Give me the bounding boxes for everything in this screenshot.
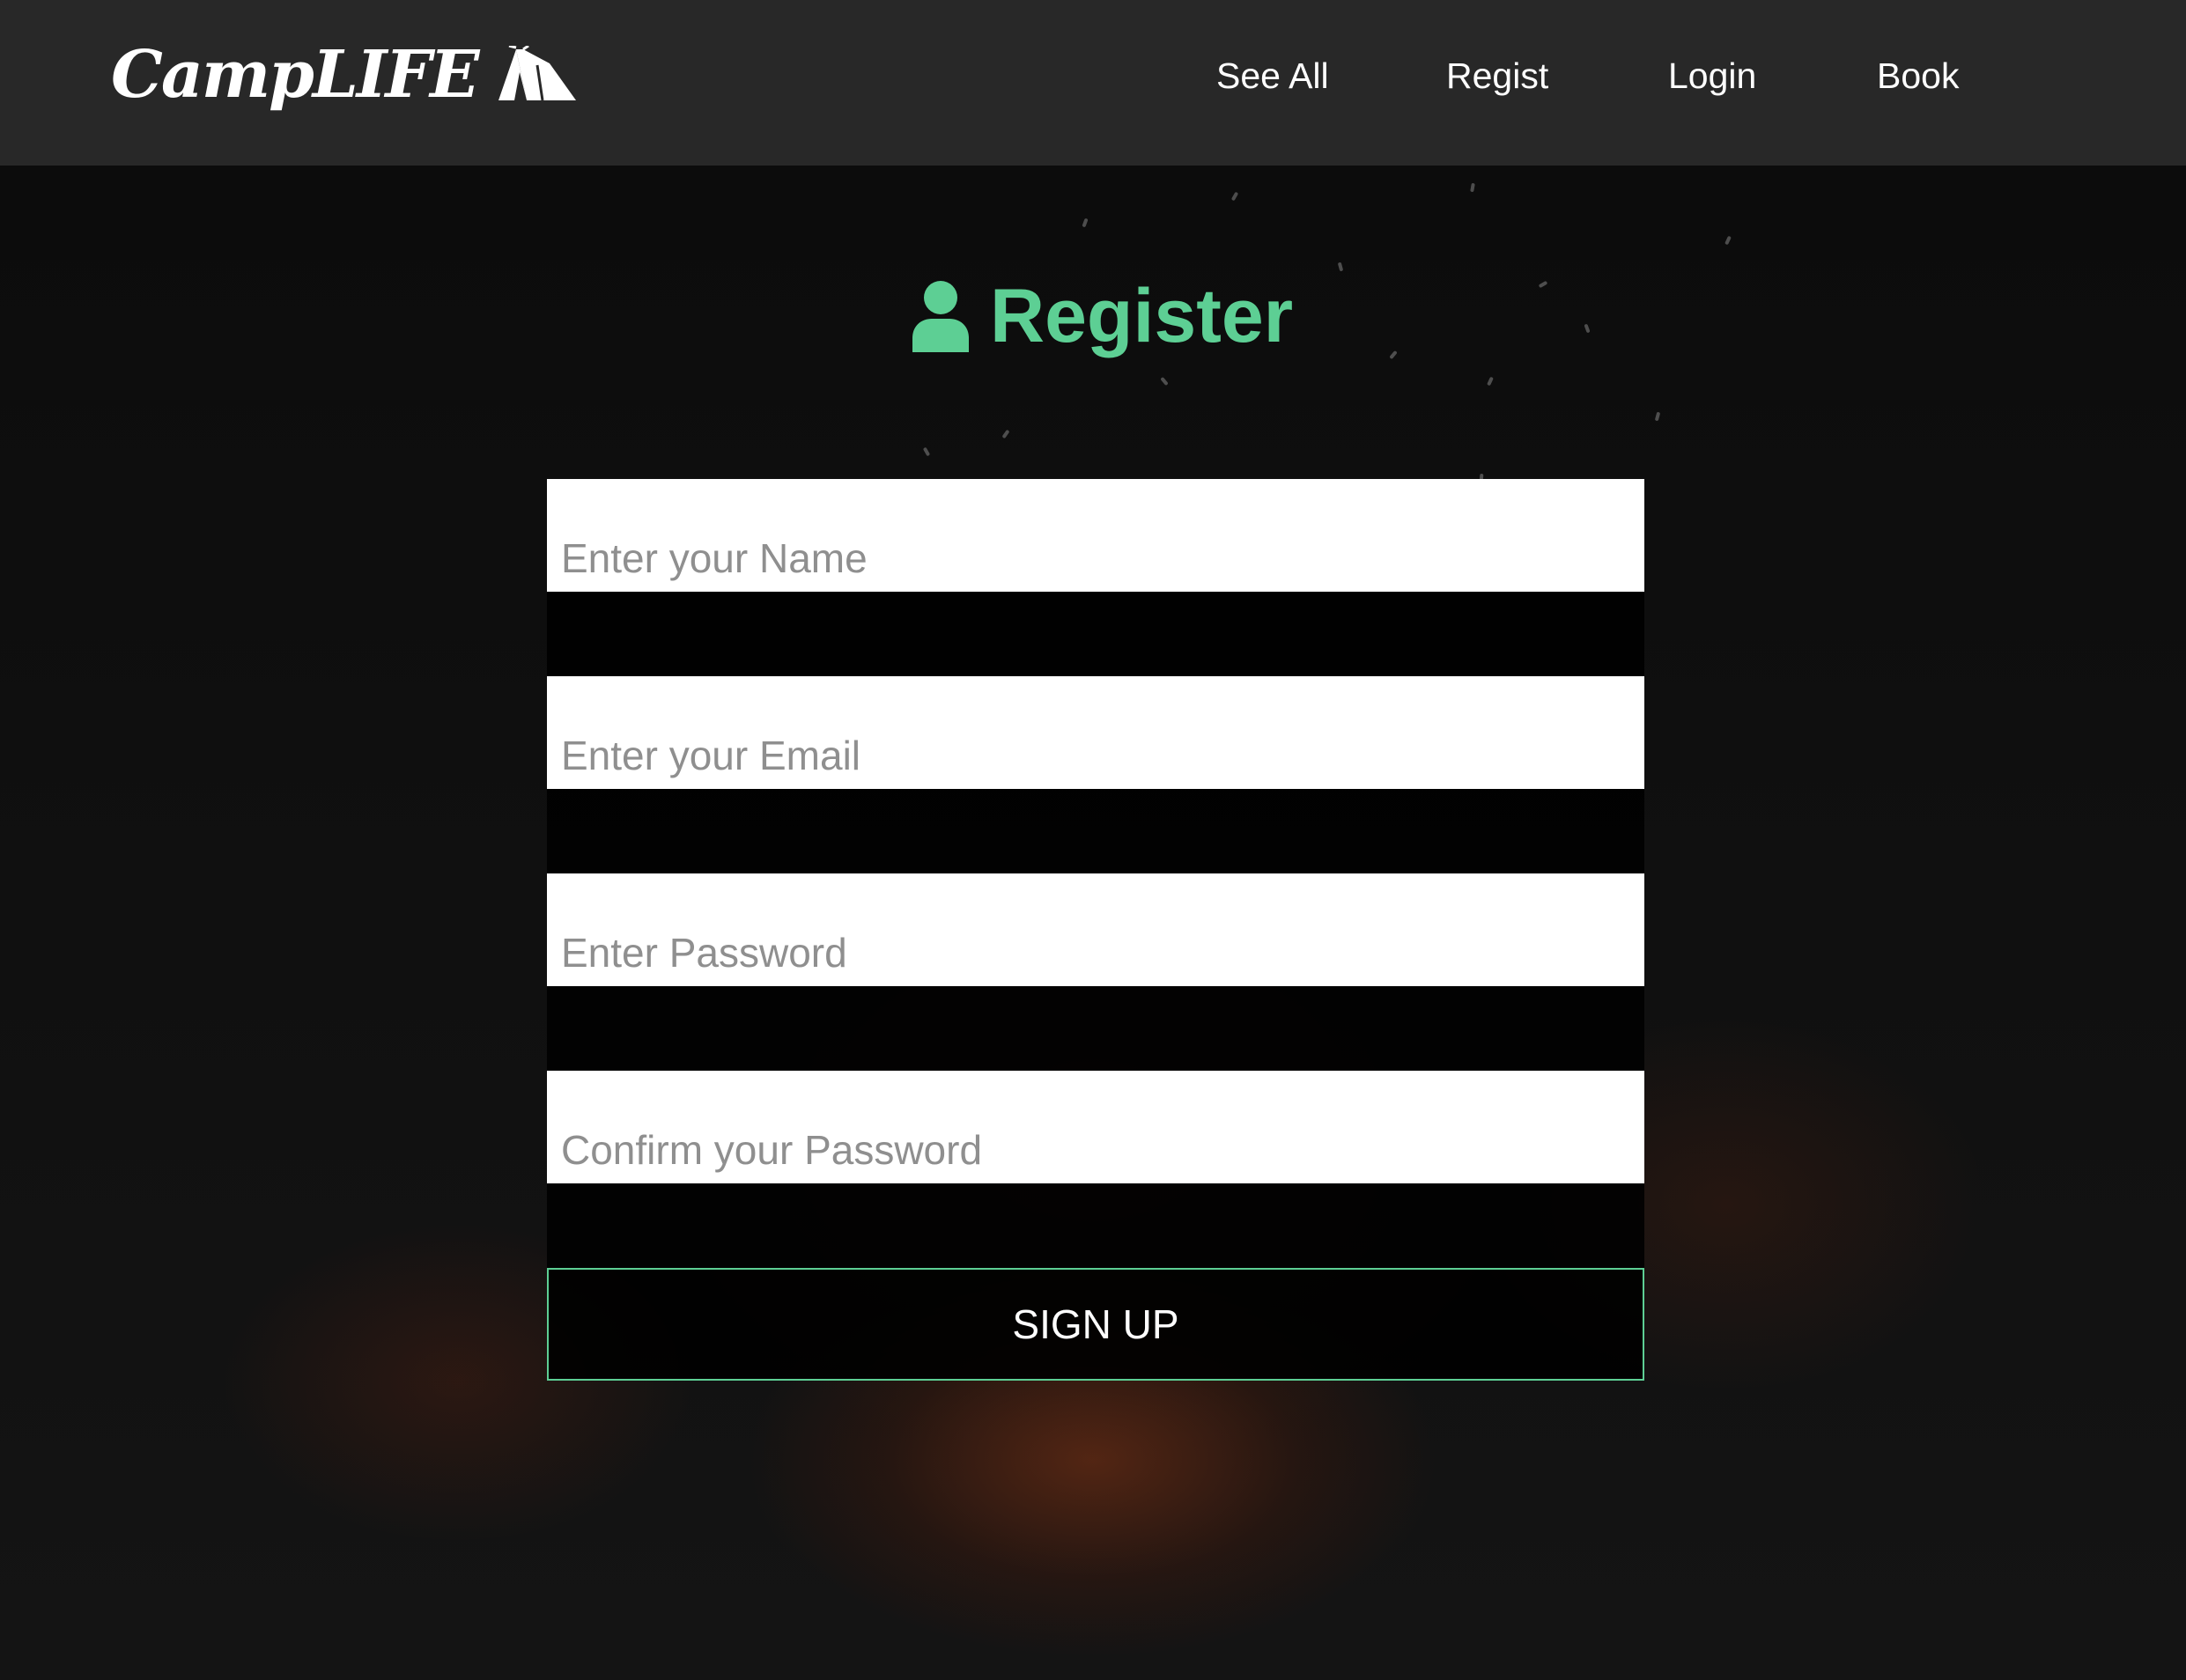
spark [1584, 323, 1591, 334]
spark [1724, 235, 1732, 246]
spark [1082, 217, 1089, 228]
brand-logo[interactable]: CampLIFE [111, 42, 578, 107]
spark [1389, 350, 1398, 360]
spark [1001, 429, 1010, 439]
spark [922, 446, 931, 457]
spark [1337, 262, 1344, 272]
name-input[interactable] [547, 479, 1644, 592]
sign-up-button[interactable]: SIGN UP [547, 1268, 1644, 1381]
user-icon [912, 281, 969, 352]
register-title: Register [990, 274, 1294, 358]
nav-book[interactable]: Book [1877, 58, 1959, 94]
nav-regist[interactable]: Regist [1446, 58, 1548, 94]
spark [1230, 191, 1239, 202]
top-navbar: CampLIFE See All Regist Login Book [0, 0, 2186, 166]
spark [1160, 376, 1169, 387]
form-spacer [547, 986, 1644, 1071]
email-input[interactable] [547, 676, 1644, 789]
form-spacer [547, 1183, 1644, 1268]
spark [1470, 182, 1475, 193]
register-heading: Register [909, 278, 1293, 354]
confirm-password-input[interactable] [547, 1071, 1644, 1183]
spark [1654, 411, 1661, 422]
brand-name: CampLIFE [111, 37, 479, 113]
form-spacer [547, 592, 1644, 676]
spark [1487, 376, 1494, 387]
tent-icon [498, 46, 577, 101]
nav-login[interactable]: Login [1668, 58, 1756, 94]
password-input[interactable] [547, 873, 1644, 986]
form-spacer [547, 789, 1644, 873]
nav-see-all[interactable]: See All [1216, 58, 1329, 94]
spark [1538, 280, 1548, 289]
